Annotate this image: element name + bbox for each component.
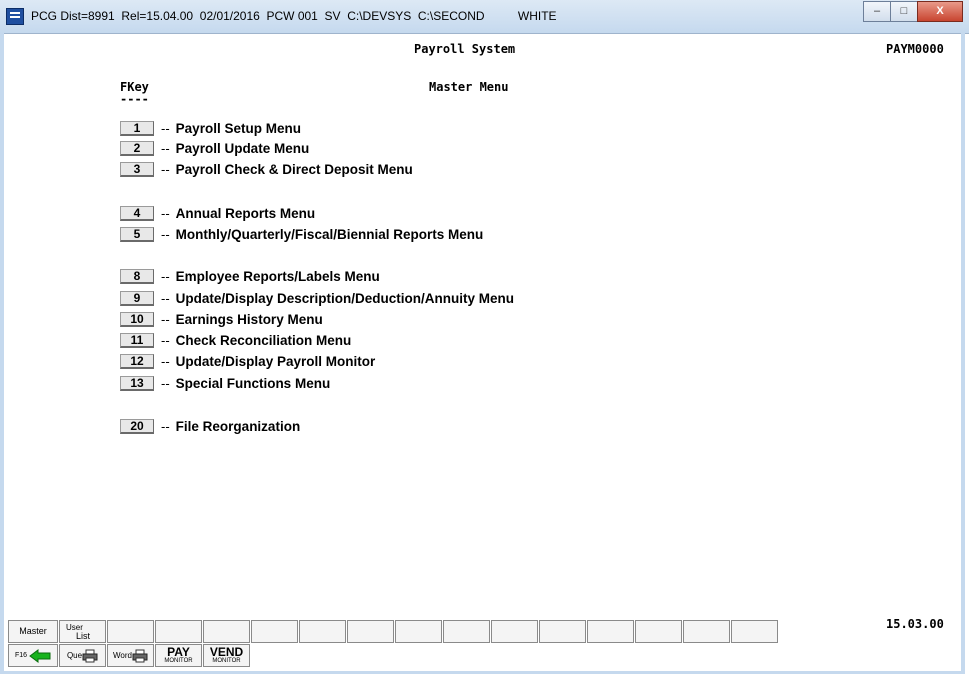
menu-item-description-deduction[interactable]: 9 -- Update/Display Description/Deductio… [120,290,514,306]
menu-item-label: Earnings History Menu [175,311,323,327]
function-key-empty[interactable] [683,620,730,643]
menu-item-label: Employee Reports/Labels Menu [175,268,380,284]
app-menu-icon[interactable] [6,8,24,25]
vend-monitor-label: MONITOR [212,658,241,664]
function-key-empty[interactable] [107,620,154,643]
window-title: PCG Dist=8991 Rel=15.04.00 02/01/2016 PC… [31,9,557,23]
separator: -- [161,290,170,306]
fkey-button[interactable]: 1 [120,120,154,136]
function-key-empty[interactable] [491,620,538,643]
menu-item-label: File Reorganization [175,418,301,434]
screen-id: PAYM0000 [886,42,944,56]
fkey-button[interactable]: 2 [120,140,154,156]
fkey-button[interactable]: 9 [120,290,154,306]
pay-label: PAY [167,645,190,659]
minimize-button[interactable]: – [863,1,891,22]
window-title-bar: PCG Dist=8991 Rel=15.04.00 02/01/2016 PC… [0,0,969,34]
function-key-empty[interactable] [203,620,250,643]
menu-item-label: Monthly/Quarterly/Fiscal/Biennial Report… [175,226,484,242]
menu-item-employee-reports[interactable]: 8 -- Employee Reports/Labels Menu [120,268,380,284]
menu-title: Master Menu [429,80,509,94]
separator: -- [161,226,170,242]
separator: -- [161,418,170,434]
function-key-empty[interactable] [347,620,394,643]
menu-item-label: Update/Display Description/Deduction/Ann… [175,290,514,306]
menu-item-check-direct-deposit[interactable]: 3 -- Payroll Check & Direct Deposit Menu [120,161,413,177]
separator: -- [161,120,170,136]
function-key-empty[interactable] [299,620,346,643]
function-key-empty[interactable] [395,620,442,643]
function-key-empty[interactable] [635,620,682,643]
master-button[interactable]: Master [8,620,58,643]
fkey-button[interactable]: 13 [120,375,154,391]
f16-label: F16 [14,652,28,659]
fkey-button[interactable]: 10 [120,311,154,327]
separator: -- [161,140,170,156]
window-controls: – □ X [863,1,963,22]
master-label: Master [19,626,47,636]
printer-icon [132,649,148,662]
fkey-button[interactable]: 4 [120,205,154,221]
separator: -- [161,332,170,348]
pay-monitor-button[interactable]: PAY MONITOR [155,644,202,667]
fkey-button[interactable]: 12 [120,353,154,369]
user-list-button[interactable]: User List [59,620,106,643]
menu-item-file-reorganization[interactable]: 20 -- File Reorganization [120,418,300,434]
function-key-empty[interactable] [539,620,586,643]
fkey-header-underline: ---- [120,92,149,106]
fkey-button[interactable]: 3 [120,161,154,177]
separator: -- [161,205,170,221]
function-bar-top: Master User List [8,620,780,643]
function-key-empty[interactable] [587,620,634,643]
function-key-empty[interactable] [443,620,490,643]
menu-item-label: Payroll Update Menu [175,140,310,156]
back-button[interactable]: F16 [8,644,58,667]
separator: -- [161,375,170,391]
word-print-button[interactable]: Word [107,644,154,667]
function-key-empty[interactable] [251,620,298,643]
fkey-button[interactable]: 8 [120,268,154,284]
menu-item-label: Special Functions Menu [175,375,331,391]
close-button[interactable]: X [917,1,963,22]
menu-item-label: Update/Display Payroll Monitor [175,353,376,369]
menu-item-earnings-history[interactable]: 10 -- Earnings History Menu [120,311,323,327]
fkey-button[interactable]: 11 [120,332,154,348]
function-key-empty[interactable] [155,620,202,643]
separator: -- [161,353,170,369]
vend-label: VEND [209,645,244,659]
vend-monitor-button[interactable]: VEND MONITOR [203,644,250,667]
version-number: 15.03.00 [886,617,944,631]
print-queue-button[interactable]: Que [59,644,106,667]
back-arrow-icon [29,648,51,663]
menu-item-label: Check Reconciliation Menu [175,332,352,348]
printer-icon [82,649,98,662]
menu-item-monthly-reports[interactable]: 5 -- Monthly/Quarterly/Fiscal/Biennial R… [120,226,483,242]
pay-monitor-label: MONITOR [164,658,193,664]
menu-item-label: Payroll Setup Menu [175,120,301,136]
function-bar-bottom: F16 Que Word PAY MONITOR VEND MONITOR [8,644,780,667]
maximize-button[interactable]: □ [890,1,918,22]
menu-item-payroll-monitor[interactable]: 12 -- Update/Display Payroll Monitor [120,353,375,369]
fkey-button[interactable]: 5 [120,226,154,242]
separator: -- [161,311,170,327]
menu-item-label: Annual Reports Menu [175,205,316,221]
system-title: Payroll System [414,42,516,56]
menu-item-annual-reports[interactable]: 4 -- Annual Reports Menu [120,205,315,221]
menu-item-label: Payroll Check & Direct Deposit Menu [175,161,413,177]
menu-item-check-reconciliation[interactable]: 11 -- Check Reconciliation Menu [120,332,351,348]
menu-item-special-functions[interactable]: 13 -- Special Functions Menu [120,375,330,391]
separator: -- [161,161,170,177]
word-label: Word [113,651,132,660]
separator: -- [161,268,170,284]
menu-item-payroll-update[interactable]: 2 -- Payroll Update Menu [120,140,309,156]
function-key-empty[interactable] [731,620,778,643]
fkey-button[interactable]: 20 [120,418,154,434]
que-label: Que [66,651,83,660]
list-label: List [76,630,91,641]
menu-item-payroll-setup[interactable]: 1 -- Payroll Setup Menu [120,120,301,136]
